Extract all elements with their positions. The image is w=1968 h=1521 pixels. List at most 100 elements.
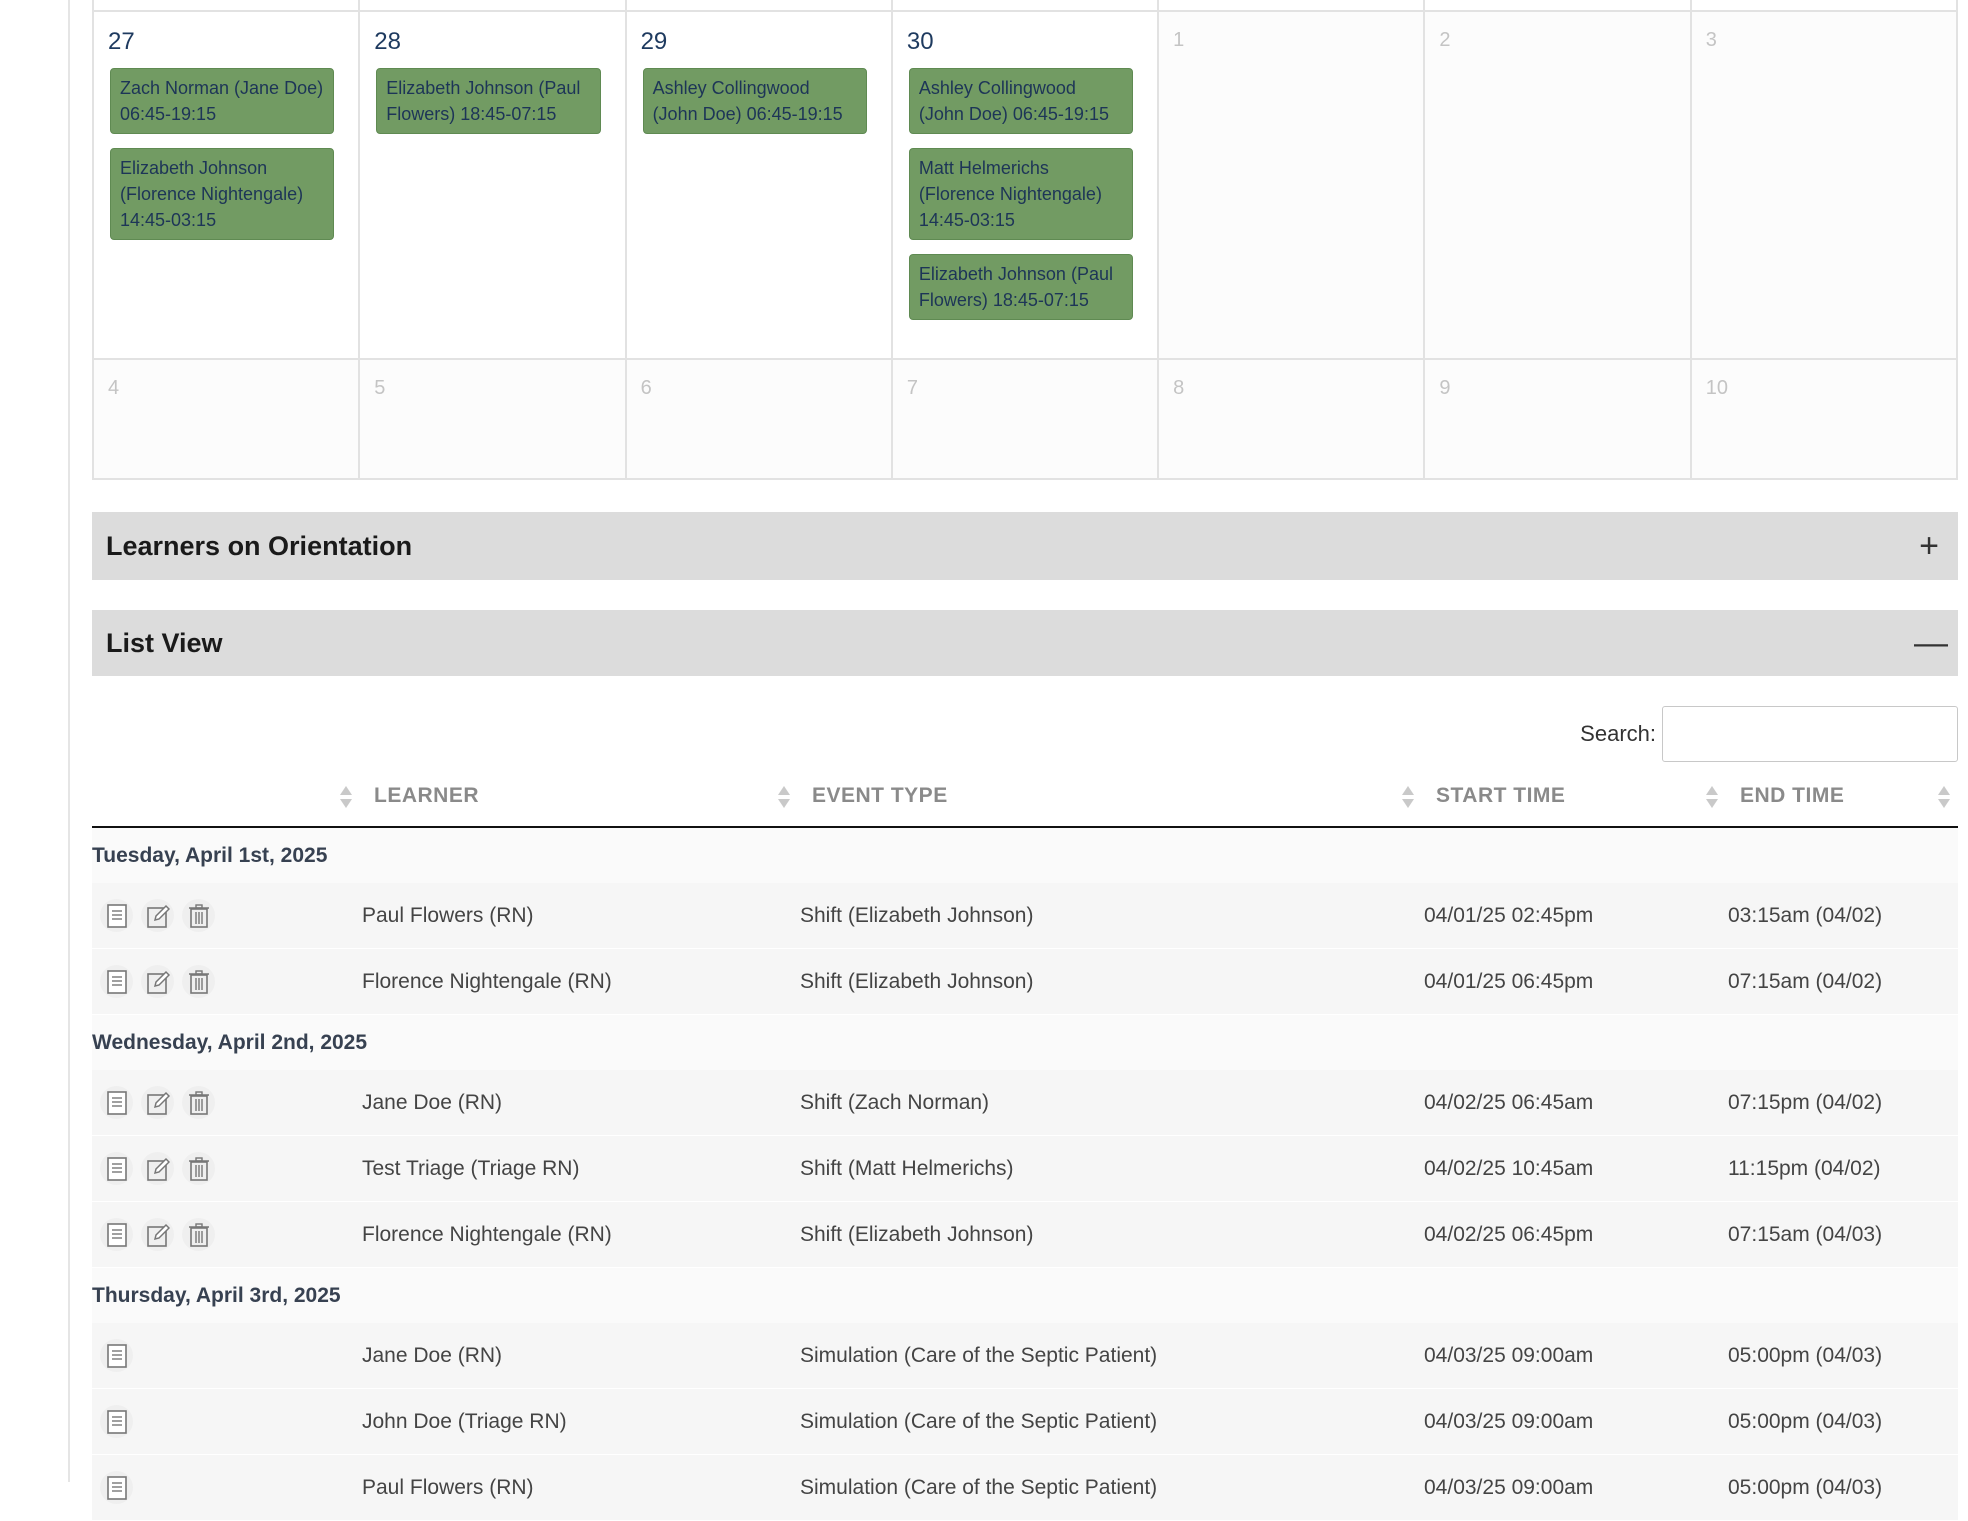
date-group-row: Thursday, April 3rd, 2025 bbox=[92, 1267, 1958, 1323]
events-table: LEARNER EVENT TYPE START TIME END TIME T… bbox=[92, 766, 1958, 1521]
calendar-day[interactable]: 10 bbox=[1691, 360, 1958, 480]
calendar-event[interactable]: Ashley Collingwood (John Doe) 06:45-19:1… bbox=[908, 68, 1134, 134]
learner-cell: Florence Nightengale (RN) bbox=[360, 1201, 798, 1268]
sort-icon[interactable] bbox=[1706, 786, 1718, 808]
row-actions bbox=[92, 1201, 360, 1268]
trash-icon[interactable] bbox=[182, 965, 215, 998]
sort-icon[interactable] bbox=[340, 786, 352, 808]
document-icon[interactable] bbox=[100, 1405, 133, 1438]
column-header-start-time[interactable]: START TIME bbox=[1422, 766, 1726, 828]
learner-cell: Jane Doe (RN) bbox=[360, 1070, 798, 1136]
day-number: 8 bbox=[1173, 377, 1185, 399]
event-type-cell: Shift (Elizabeth Johnson) bbox=[798, 883, 1422, 949]
calendar-week: 27 Zach Norman (Jane Doe) 06:45-19:15 Eliz… bbox=[92, 12, 1958, 360]
document-icon[interactable] bbox=[100, 899, 133, 932]
calendar-day[interactable]: 28 Elizabeth Johnson (Paul Flowers) 18:45… bbox=[360, 12, 627, 360]
table-row: Jane Doe (RN) Shift (Zach Norman) 04/02/25… bbox=[92, 1070, 1958, 1136]
calendar-event[interactable]: Ashley Collingwood (John Doe) 06:45-19:1… bbox=[642, 68, 867, 134]
day-number: 2 bbox=[1439, 29, 1451, 51]
learner-cell: Paul Flowers (RN) bbox=[360, 1454, 798, 1521]
sort-icon[interactable] bbox=[1402, 786, 1414, 808]
row-actions bbox=[92, 1070, 360, 1136]
calendar-day[interactable]: 1 bbox=[1159, 12, 1426, 360]
day-number: 28 bbox=[374, 28, 401, 55]
column-header-learner[interactable]: LEARNER bbox=[360, 766, 798, 828]
calendar-day[interactable]: 4 bbox=[94, 360, 361, 480]
document-icon[interactable] bbox=[100, 1218, 133, 1251]
document-icon[interactable] bbox=[100, 1471, 133, 1504]
learner-cell: Florence Nightengale (RN) bbox=[360, 948, 798, 1015]
table-header-row: LEARNER EVENT TYPE START TIME END TIME bbox=[92, 766, 1958, 828]
event-type-cell: Shift (Elizabeth Johnson) bbox=[798, 948, 1422, 1015]
start-time-cell: 04/03/25 09:00am bbox=[1422, 1388, 1726, 1455]
event-type-cell: Simulation (Care of the Septic Patient) bbox=[798, 1454, 1422, 1521]
collapse-minus-icon[interactable]: — bbox=[1914, 626, 1948, 660]
table-row: Paul Flowers (RN) Shift (Elizabeth Johnso… bbox=[92, 883, 1958, 949]
date-group-row: Wednesday, April 2nd, 2025 bbox=[92, 1014, 1958, 1070]
start-time-cell: 04/01/25 02:45pm bbox=[1422, 883, 1726, 949]
day-number: 4 bbox=[108, 377, 120, 399]
event-type-cell: Simulation (Care of the Septic Patient) bbox=[798, 1323, 1422, 1389]
document-icon[interactable] bbox=[100, 1152, 133, 1185]
start-time-cell: 04/01/25 06:45pm bbox=[1422, 948, 1726, 1015]
learner-cell: John Doe (Triage RN) bbox=[360, 1388, 798, 1455]
event-type-cell: Shift (Zach Norman) bbox=[798, 1070, 1422, 1136]
previous-week-strip bbox=[92, 0, 1958, 12]
calendar-event[interactable]: Elizabeth Johnson (Florence Nightengale)… bbox=[110, 148, 335, 240]
orientation-accordion-header[interactable]: Learners on Orientation + bbox=[92, 512, 1958, 580]
search-label: Search: bbox=[1580, 721, 1656, 746]
end-time-cell: 07:15pm (04/02) bbox=[1726, 1070, 1958, 1136]
end-time-cell: 05:00pm (04/03) bbox=[1726, 1454, 1958, 1521]
calendar-day[interactable]: 27 Zach Norman (Jane Doe) 06:45-19:15 Eliz… bbox=[94, 12, 361, 360]
expand-plus-icon[interactable]: + bbox=[1914, 529, 1944, 563]
calendar-day[interactable]: 29 Ashley Collingwood (John Doe) 06:45-19… bbox=[626, 12, 893, 360]
end-time-cell: 03:15am (04/02) bbox=[1726, 883, 1958, 949]
edit-icon[interactable] bbox=[141, 1086, 174, 1119]
day-number: 1 bbox=[1173, 29, 1185, 51]
trash-icon[interactable] bbox=[182, 1218, 215, 1251]
calendar-event[interactable]: Elizabeth Johnson (Paul Flowers) 18:45-0… bbox=[908, 254, 1134, 320]
trash-icon[interactable] bbox=[182, 1152, 215, 1185]
calendar-day[interactable]: 5 bbox=[360, 360, 627, 480]
date-group-row: Tuesday, April 1st, 2025 bbox=[92, 827, 1958, 883]
list-view-accordion-header[interactable]: List View — bbox=[92, 610, 1958, 676]
column-header-actions[interactable] bbox=[92, 766, 360, 828]
end-time-cell: 05:00pm (04/03) bbox=[1726, 1388, 1958, 1455]
table-row: Jane Doe (RN) Simulation (Care of the Sep… bbox=[92, 1323, 1958, 1389]
day-number: 29 bbox=[640, 28, 668, 55]
day-number: 3 bbox=[1705, 29, 1717, 51]
calendar-day[interactable]: 3 bbox=[1691, 12, 1958, 360]
calendar-day[interactable]: 7 bbox=[892, 360, 1160, 480]
calendar-day[interactable]: 30 Ashley Collingwood (John Doe) 06:45-19… bbox=[892, 12, 1160, 360]
learner-cell: Test Triage (Triage RN) bbox=[360, 1135, 798, 1202]
calendar-day[interactable]: 8 bbox=[1159, 360, 1426, 480]
start-time-cell: 04/03/25 09:00am bbox=[1422, 1323, 1726, 1389]
calendar-event[interactable]: Elizabeth Johnson (Paul Flowers) 18:45-0… bbox=[376, 68, 601, 134]
trash-icon[interactable] bbox=[182, 899, 215, 932]
calendar-event[interactable]: Zach Norman (Jane Doe) 06:45-19:15 bbox=[110, 68, 335, 134]
calendar-day[interactable]: 6 bbox=[626, 360, 893, 480]
column-header-event-type[interactable]: EVENT TYPE bbox=[798, 766, 1422, 828]
edit-icon[interactable] bbox=[141, 1218, 174, 1251]
edit-icon[interactable] bbox=[141, 1152, 174, 1185]
column-header-end-time[interactable]: END TIME bbox=[1726, 766, 1958, 828]
trash-icon[interactable] bbox=[182, 1086, 215, 1119]
calendar-day[interactable]: 2 bbox=[1425, 12, 1692, 360]
row-actions bbox=[92, 1454, 360, 1521]
sort-icon[interactable] bbox=[778, 786, 790, 808]
document-icon[interactable] bbox=[100, 1339, 133, 1372]
event-type-cell: Simulation (Care of the Septic Patient) bbox=[798, 1388, 1422, 1455]
edit-icon[interactable] bbox=[141, 965, 174, 998]
document-icon[interactable] bbox=[100, 1086, 133, 1119]
row-actions bbox=[92, 1323, 360, 1389]
document-icon[interactable] bbox=[100, 965, 133, 998]
search-bar: Search: bbox=[1580, 706, 1958, 762]
day-number: 10 bbox=[1705, 377, 1728, 399]
table-row: Florence Nightengale (RN) Shift (Elizabet… bbox=[92, 1201, 1958, 1268]
calendar-event[interactable]: Matt Helmerichs (Florence Nightengale) 1… bbox=[908, 148, 1134, 240]
sort-icon[interactable] bbox=[1938, 786, 1950, 808]
search-input[interactable] bbox=[1662, 706, 1958, 762]
edit-icon[interactable] bbox=[141, 899, 174, 932]
calendar-day[interactable]: 9 bbox=[1425, 360, 1692, 480]
end-time-cell: 05:00pm (04/03) bbox=[1726, 1323, 1958, 1389]
